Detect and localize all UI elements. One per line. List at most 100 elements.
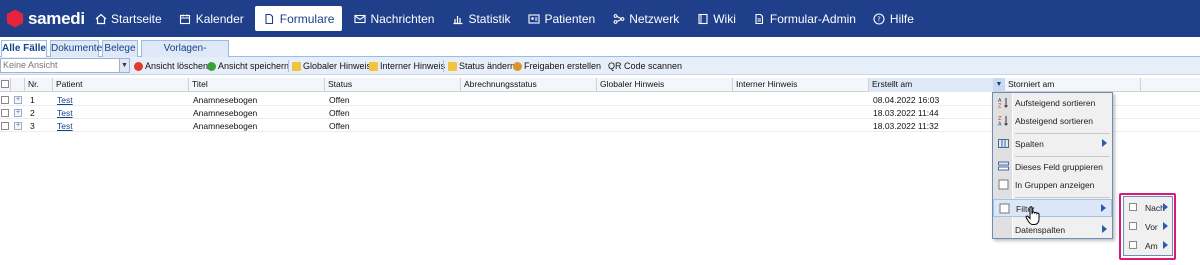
column-header-nr[interactable]: Nr. — [25, 78, 53, 92]
menu-item-group-by-field[interactable]: Dieses Feld gruppieren — [993, 158, 1112, 176]
global-note-button[interactable]: Globaler Hinweis — [292, 59, 371, 73]
save-view-button[interactable]: Ansicht speichern — [207, 59, 289, 73]
sort-descending-icon: ZA — [998, 115, 1009, 128]
nav-label: Hilfe — [889, 11, 914, 26]
nav-startseite[interactable]: Startseite — [88, 0, 168, 37]
nav-netzwerk[interactable]: Netzwerk — [606, 0, 685, 37]
nav-label: Formular-Admin — [769, 11, 856, 26]
create-release-label: Freigaben erstellen — [524, 61, 602, 71]
patient-link[interactable]: Test — [54, 107, 73, 119]
delete-view-button[interactable]: Ansicht löschen — [134, 59, 208, 73]
expand-icon[interactable]: + — [14, 96, 22, 104]
nav-wiki[interactable]: Wiki — [690, 0, 742, 37]
scan-qr-label: QR Code scannen — [608, 61, 683, 71]
form-admin-icon — [753, 12, 766, 25]
column-header-storniert-am[interactable]: Storniert am — [1005, 78, 1141, 92]
checkbox[interactable] — [1, 80, 9, 88]
toolbar-divider — [443, 60, 444, 72]
column-header-globaler-hinweis[interactable]: Globaler Hinweis — [597, 78, 733, 92]
svg-text:?: ? — [878, 15, 882, 23]
menu-item-sort-asc[interactable]: AZ Aufsteigend sortieren — [993, 94, 1112, 112]
calendar-icon — [179, 12, 192, 25]
column-header-titel[interactable]: Titel — [189, 78, 325, 92]
checkbox[interactable] — [1, 96, 9, 104]
columns-icon — [998, 138, 1009, 149]
column-header-patient[interactable]: Patient — [53, 78, 189, 92]
internal-note-button[interactable]: Interner Hinweis — [369, 59, 445, 73]
nav-statistik[interactable]: Statistik — [445, 0, 516, 37]
scan-qr-button[interactable]: QR Code scannen — [608, 59, 682, 73]
chevron-down-icon[interactable]: ▼ — [119, 59, 129, 72]
menu-item-sort-desc[interactable]: ZA Absteigend sortieren — [993, 112, 1112, 130]
column-header-interner-hinweis[interactable]: Interner Hinweis — [733, 78, 869, 92]
menu-label: Aufsteigend sortieren — [1015, 98, 1096, 108]
menu-label: Spalten — [1015, 139, 1044, 149]
change-status-button[interactable]: Status ändern — [448, 59, 515, 73]
nav-hilfe[interactable]: ? Hilfe — [867, 0, 920, 37]
menu-label: In Gruppen anzeigen — [1015, 180, 1095, 190]
menu-item-columns[interactable]: Spalten — [993, 135, 1112, 153]
column-header-status[interactable]: Status — [325, 78, 461, 92]
cell-status: Offen — [329, 95, 350, 105]
checkbox[interactable] — [1, 122, 9, 130]
brand-logo[interactable]: samedi — [0, 9, 88, 29]
nav-patienten[interactable]: Patienten — [521, 0, 601, 37]
menu-item-data-columns[interactable]: Datenspalten — [993, 221, 1112, 239]
nav-label: Wiki — [713, 11, 736, 26]
add-icon — [207, 61, 216, 71]
menu-separator — [1015, 133, 1110, 134]
book-icon — [696, 12, 709, 25]
patient-link[interactable]: Test — [54, 120, 73, 132]
chart-icon — [451, 12, 464, 25]
column-menu-dropdown-icon[interactable]: ▼ — [993, 78, 1005, 92]
global-note-label: Globaler Hinweis — [303, 61, 372, 71]
cell-titel: Anamnesebogen — [193, 108, 258, 118]
cell-titel: Anamnesebogen — [193, 95, 258, 105]
brand-name: samedi — [28, 8, 85, 28]
create-release-button[interactable]: Freigaben erstellen — [513, 59, 601, 73]
svg-text:Z: Z — [998, 104, 1002, 109]
expand-icon[interactable]: + — [14, 109, 22, 117]
tab-dokumente[interactable]: Dokumente — [50, 40, 102, 57]
nav-kalender[interactable]: Kalender — [173, 0, 250, 37]
contact-card-icon — [527, 12, 540, 25]
annotation-highlight-box — [1119, 193, 1176, 260]
nav-nachrichten[interactable]: Nachrichten — [347, 0, 440, 37]
menu-label: Absteigend sortieren — [1015, 116, 1093, 126]
grid-header: Nr. Patient Titel Status Abrechnungsstat… — [0, 78, 1200, 92]
svg-text:A: A — [998, 122, 1002, 127]
column-header-erstellt-am[interactable]: Erstellt am — [869, 78, 1005, 92]
header-select-all[interactable] — [0, 78, 11, 92]
expand-icon[interactable]: + — [14, 122, 22, 130]
home-icon — [94, 12, 107, 25]
menu-label: Dieses Feld gruppieren — [1015, 162, 1103, 172]
nav-label: Nachrichten — [370, 11, 435, 26]
toolbar-divider — [288, 60, 289, 72]
tab-belege[interactable]: Belege — [102, 40, 138, 57]
header-expander — [11, 78, 25, 92]
cell-erstellt: 18.03.2022 11:32 — [873, 121, 939, 131]
checkbox-icon — [998, 179, 1009, 190]
checkbox[interactable] — [1, 109, 9, 117]
cell-nr: 3 — [30, 121, 35, 131]
change-status-label: Status ändern — [459, 61, 516, 71]
note-icon — [369, 61, 378, 71]
nav-formular-admin[interactable]: Formular-Admin — [747, 0, 862, 37]
nav-label: Statistik — [468, 11, 511, 26]
delete-icon — [134, 61, 143, 71]
note-icon — [292, 61, 301, 71]
view-select[interactable]: Keine Ansicht ▼ — [0, 58, 130, 73]
cell-erstellt: 08.04.2022 16:03 — [873, 95, 940, 105]
tab-vorlagen-verwaltung[interactable]: Vorlagen-Verwaltung — [141, 40, 229, 69]
menu-item-show-in-groups[interactable]: In Gruppen anzeigen — [993, 176, 1112, 194]
tab-alle-faelle[interactable]: Alle Fälle — [1, 40, 47, 58]
patient-link[interactable]: Test — [54, 94, 73, 106]
column-header-abrechnungsstatus[interactable]: Abrechnungsstatus — [461, 78, 597, 92]
cell-erstellt: 18.03.2022 11:44 — [873, 108, 939, 118]
nav-formulare[interactable]: Formulare — [254, 6, 343, 31]
top-navigation: samedi Startseite Kalender Formulare Nac… — [0, 0, 1200, 37]
cell-nr: 2 — [30, 108, 35, 118]
checkbox-icon — [999, 203, 1010, 214]
menu-item-filter[interactable]: Filter — [993, 199, 1112, 217]
view-select-value: Keine Ansicht — [3, 60, 58, 70]
